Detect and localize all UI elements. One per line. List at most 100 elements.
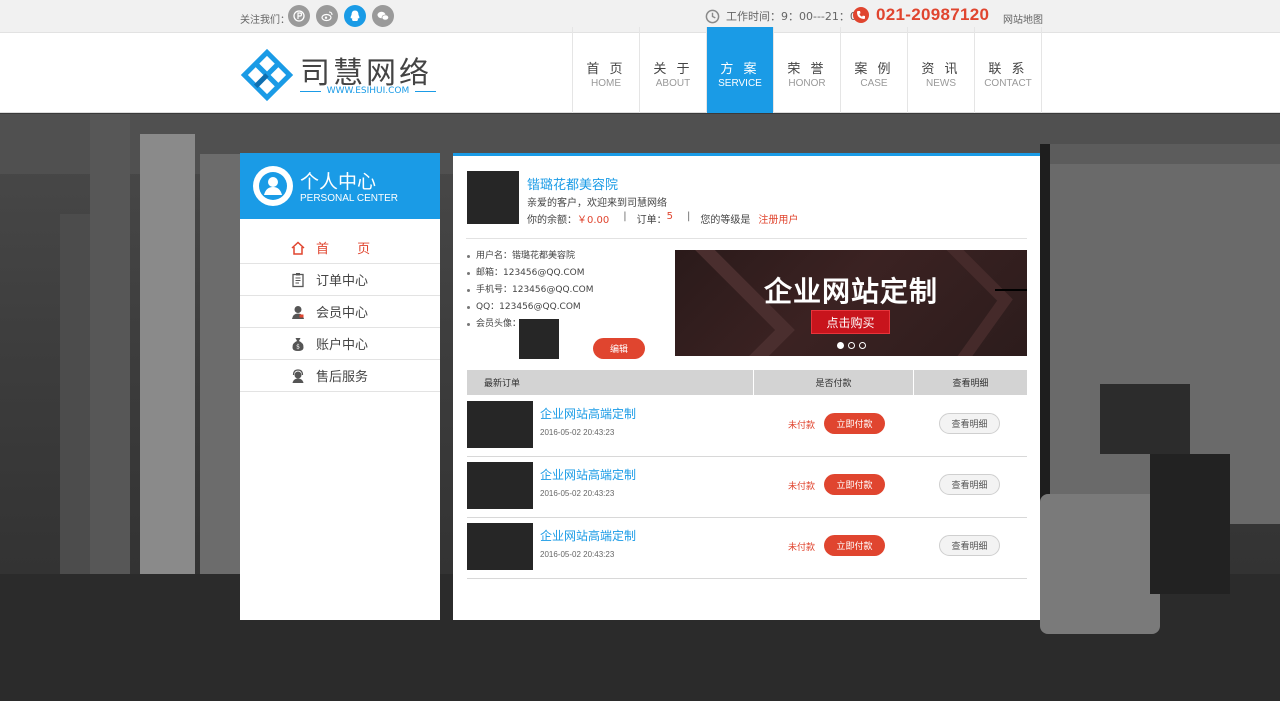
sidebar-item-member[interactable]: 会员中心	[240, 296, 440, 328]
nav-label: 案 例	[854, 61, 894, 77]
col-latest-orders: 最新订单	[467, 370, 754, 395]
sidebar-item-label: 账户中心	[316, 338, 369, 353]
sidebar-header: 个人中心 PERSONAL CENTER	[240, 153, 440, 219]
nav-label: 方 案	[720, 61, 760, 77]
sidebar-item-label: 首 页	[316, 242, 383, 257]
sidebar-item-orders[interactable]: 订单中心	[240, 264, 440, 296]
stat-separator: |	[623, 211, 627, 222]
logo[interactable]: 司慧网络 WWW.ESIHUI.COM	[240, 46, 440, 104]
wechat-icon[interactable]	[372, 5, 394, 27]
carousel-dots	[837, 342, 866, 349]
order-title[interactable]: 企业网站高端定制	[540, 405, 636, 422]
logo-url-text: WWW.ESIHUI.COM	[326, 86, 410, 96]
pay-now-button[interactable]: 立即付款	[824, 535, 885, 556]
logo-mark-icon	[240, 48, 294, 102]
info-mobile: 手机号：123456@QQ.COM	[467, 282, 594, 299]
nav-about[interactable]: 关 于 ABOUT	[640, 27, 707, 113]
sidebar-item-account[interactable]: $ 账户中心	[240, 328, 440, 360]
nav-label: 关 于	[653, 61, 693, 77]
carousel-dot[interactable]	[848, 342, 855, 349]
phone-number: 021-20987120	[876, 5, 990, 24]
weibo-icon[interactable]	[316, 5, 338, 27]
profile-avatar	[467, 171, 519, 224]
logo-url: WWW.ESIHUI.COM	[300, 86, 436, 96]
nav-case[interactable]: 案 例 CASE	[841, 27, 908, 113]
sidebar-subtitle: PERSONAL CENTER	[300, 193, 398, 204]
order-row: 企业网站高端定制 2016-05-02 20:43:23 未付款 立即付款 查看…	[467, 457, 1027, 518]
view-detail-button[interactable]: 查看明细	[939, 413, 1000, 434]
header: 司慧网络 WWW.ESIHUI.COM 首 页 HOME 关 于 ABOUT 方 案…	[0, 27, 1280, 113]
profile-name[interactable]: 锴璐花都美容院	[527, 174, 618, 193]
order-date: 2016-05-02 20:43:23	[540, 428, 615, 437]
svg-text:$: $	[296, 343, 300, 350]
nav-sublabel: SERVICE	[718, 77, 762, 89]
sidebar-title: 个人中心	[300, 171, 377, 193]
sidebar-item-home[interactable]: 首 页	[240, 232, 440, 264]
stat-separator: |	[687, 211, 691, 222]
balance-value: ￥0.00	[577, 215, 610, 226]
nav-label: 资 讯	[921, 61, 961, 77]
nav-honor[interactable]: 荣 誉 HONOR	[774, 27, 841, 113]
nav-label: 荣 誉	[787, 61, 827, 77]
main-panel: 锴璐花都美容院 亲爱的客户，欢迎来到司慧网络 你的余额： ￥0.00 | 订单：…	[453, 153, 1040, 620]
order-row: 企业网站高端定制 2016-05-02 20:43:23 未付款 立即付款 查看…	[467, 396, 1027, 457]
balance-label: 你的余额：	[527, 215, 577, 226]
order-status: 未付款	[788, 543, 816, 553]
work-hours-text: 工作时间：9：00---21：00	[726, 10, 864, 23]
profile-welcome: 亲爱的客户，欢迎来到司慧网络	[527, 198, 667, 209]
order-title[interactable]: 企业网站高端定制	[540, 527, 636, 544]
member-icon	[292, 305, 304, 319]
clock-icon	[705, 9, 720, 23]
nav-label: 首 页	[586, 61, 626, 77]
level-value[interactable]: 注册用户	[758, 211, 798, 226]
col-detail: 查看明细	[952, 379, 989, 389]
hotline: 021-20987120	[853, 5, 989, 25]
sidebar-item-label: 售后服务	[316, 370, 369, 385]
order-status: 未付款	[788, 482, 816, 492]
clipboard-icon	[292, 272, 304, 287]
pay-now-button[interactable]: 立即付款	[824, 413, 885, 434]
buy-now-button[interactable]: 点击购买	[811, 310, 890, 334]
view-detail-button[interactable]: 查看明细	[939, 535, 1000, 556]
home-icon	[291, 240, 305, 255]
carousel-dot[interactable]	[859, 342, 866, 349]
banner-title: 企业网站定制	[763, 275, 938, 308]
nav-news[interactable]: 资 讯 NEWS	[908, 27, 975, 113]
sitemap-link[interactable]: 网站地图	[1003, 11, 1043, 26]
order-title[interactable]: 企业网站高端定制	[540, 466, 636, 483]
carousel-dot[interactable]	[837, 342, 844, 349]
sidebar-item-support[interactable]: 售后服务	[240, 360, 440, 392]
orders-table-header: 最新订单 是否付款 查看明细	[467, 370, 1027, 395]
follow-label: 关注我们：	[240, 15, 290, 26]
level-label: 您的等级是	[700, 215, 751, 226]
promo-banner[interactable]: 企业网站定制 点击购买	[675, 250, 1027, 356]
money-bag-icon: $	[292, 337, 304, 351]
nav-sublabel: CASE	[860, 77, 888, 89]
divider	[466, 238, 1027, 239]
support-icon	[292, 368, 304, 383]
sidebar-menu: 首 页 订单中心 会员中心 $ 账户中心 售后服务	[240, 232, 440, 392]
profile-stats: 你的余额： ￥0.00 | 订单： 5 | 您的等级是 注册用户	[527, 211, 798, 226]
logo-line-left	[300, 90, 321, 92]
pay-now-button[interactable]: 立即付款	[824, 474, 885, 495]
order-date: 2016-05-02 20:43:23	[540, 489, 615, 498]
info-email: 邮箱：123456@QQ.COM	[467, 265, 594, 282]
nav-contact[interactable]: 联 系 CONTACT	[975, 27, 1042, 113]
nav-sublabel: ABOUT	[655, 77, 691, 89]
order-thumbnail[interactable]	[467, 462, 533, 509]
qq-icon[interactable]	[344, 5, 366, 27]
order-thumbnail[interactable]	[467, 401, 533, 448]
orders-label: 订单：	[636, 215, 667, 226]
order-thumbnail[interactable]	[467, 523, 533, 570]
nav-sublabel: HONOR	[788, 77, 826, 89]
order-row: 企业网站高端定制 2016-05-02 20:43:23 未付款 立即付款 查看…	[467, 518, 1027, 579]
nav-service[interactable]: 方 案 SERVICE	[707, 27, 774, 113]
p-icon[interactable]	[288, 5, 310, 27]
sidebar-item-label: 订单中心	[316, 274, 369, 289]
order-status: 未付款	[788, 421, 816, 431]
nav-home[interactable]: 首 页 HOME	[573, 27, 640, 113]
edit-button[interactable]: 编辑	[593, 338, 645, 359]
view-detail-button[interactable]: 查看明细	[939, 474, 1000, 495]
nav-label: 联 系	[988, 61, 1028, 77]
member-avatar-thumbnail[interactable]	[519, 319, 559, 359]
